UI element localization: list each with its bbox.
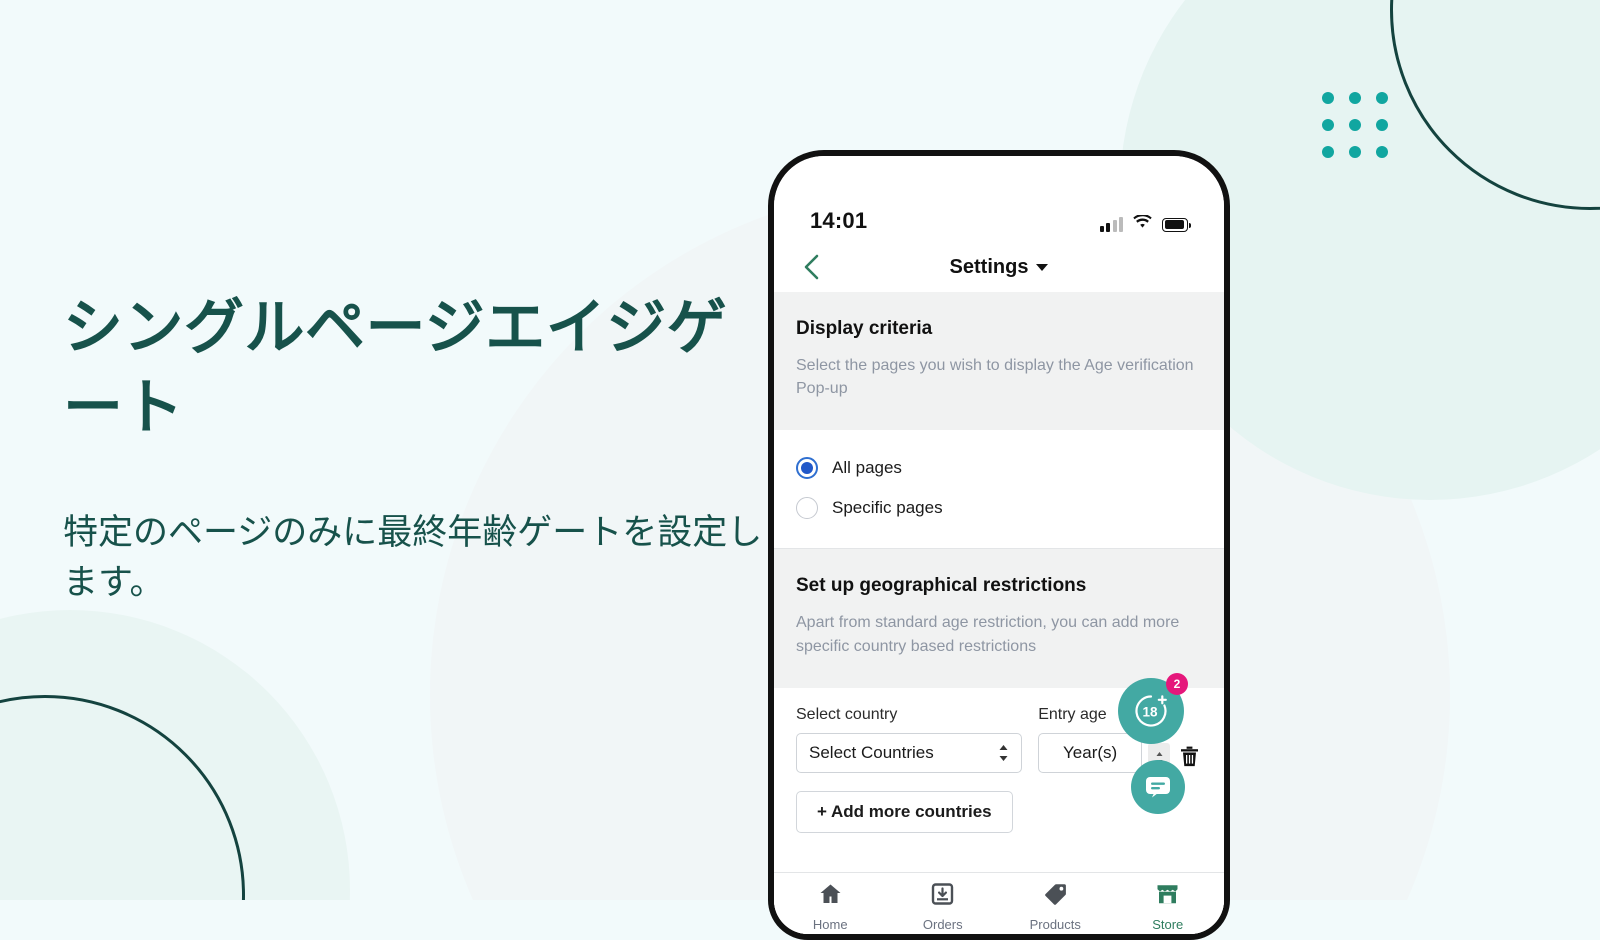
select-country-dropdown[interactable]: Select Countries [796, 732, 1023, 773]
age-verification-widget-button[interactable]: 18 2 [1118, 673, 1188, 744]
radio-indicator-all-pages[interactable] [796, 457, 818, 480]
storefront-icon [1155, 882, 1180, 911]
phone-mockup: 14:01 Settings Display criteria Select t… [768, 150, 1230, 940]
geo-restrictions-title: Set up geographical restrictions [796, 575, 1087, 597]
stepper-updown-icon [998, 744, 1009, 762]
tab-store[interactable]: Store [1112, 873, 1225, 934]
chevron-left-icon[interactable] [796, 252, 826, 282]
radio-option-specific-pages[interactable]: Specific pages [796, 488, 1202, 528]
radio-label-all-pages: All pages [832, 458, 902, 478]
page-subtitle: 特定のページのみに最終年齢ゲートを設定します。 [63, 512, 763, 603]
bottom-tab-bar: Home Orders Products Store [774, 872, 1224, 934]
inbox-download-icon [930, 882, 955, 911]
chat-widget-button[interactable] [1131, 760, 1185, 814]
display-criteria-description: Select the pages you wish to display the… [796, 357, 1194, 398]
tab-orders-label: Orders [922, 917, 963, 932]
tab-store-label: Store [1152, 917, 1184, 932]
nav-bar: Settings [774, 242, 1224, 292]
add-more-countries-button[interactable]: + Add more countries [796, 790, 1013, 833]
radio-label-specific-pages: Specific pages [832, 498, 943, 518]
geo-restrictions-section: Set up geographical restrictions Apart f… [774, 549, 1224, 688]
radio-indicator-specific-pages[interactable] [796, 497, 818, 520]
nav-title[interactable]: Settings [774, 256, 1224, 279]
radio-option-all-pages[interactable]: All pages [796, 448, 1202, 488]
cellular-signal-icon [1099, 216, 1123, 232]
tab-products[interactable]: Products [999, 873, 1112, 934]
home-icon [818, 882, 843, 911]
notification-badge: 2 [1166, 673, 1188, 695]
tag-icon [1043, 882, 1068, 911]
select-country-label: Select country [796, 705, 898, 723]
age-18-plus-icon: 18 [1135, 695, 1167, 727]
battery-icon [1162, 217, 1191, 232]
dot-grid-icon [1322, 92, 1388, 158]
entry-age-controls: Year(s) [1038, 732, 1202, 773]
display-criteria-options: All pages Specific pages [774, 430, 1224, 549]
settings-content: Display criteria Select the pages you wi… [774, 292, 1224, 934]
nav-title-label: Settings [949, 255, 1029, 278]
wifi-icon [1133, 214, 1152, 234]
trash-icon[interactable] [1176, 741, 1202, 773]
phone-screen: 14:01 Settings Display criteria Select t… [774, 156, 1224, 934]
entry-age-value: Year(s) [1063, 742, 1118, 762]
chat-bubble-icon [1146, 777, 1170, 798]
display-criteria-title: Display criteria [796, 318, 933, 339]
tab-orders[interactable]: Orders [887, 873, 1000, 934]
marketing-copy: シングルページエイジゲート 特定のページのみに最終年齢ゲートを設定します。 [63, 288, 763, 609]
tab-products-label: Products [1029, 917, 1081, 932]
geo-restrictions-description: Apart from standard age restriction, you… [796, 614, 1180, 655]
tab-home[interactable]: Home [774, 873, 887, 934]
select-country-value: Select Countries [809, 742, 934, 762]
tab-home-label: Home [812, 917, 848, 932]
entry-age-input[interactable]: Year(s) [1038, 732, 1142, 773]
select-country-field: Select country Select Countries [796, 705, 1023, 773]
status-bar-clock: 14:01 [810, 208, 868, 233]
phone-notch [901, 156, 1097, 186]
caret-down-icon [1036, 263, 1049, 271]
svg-text:18: 18 [1142, 705, 1158, 720]
status-bar-icons [1099, 214, 1191, 234]
display-criteria-section: Display criteria Select the pages you wi… [774, 292, 1224, 431]
page-title: シングルページエイジゲート [63, 294, 728, 441]
